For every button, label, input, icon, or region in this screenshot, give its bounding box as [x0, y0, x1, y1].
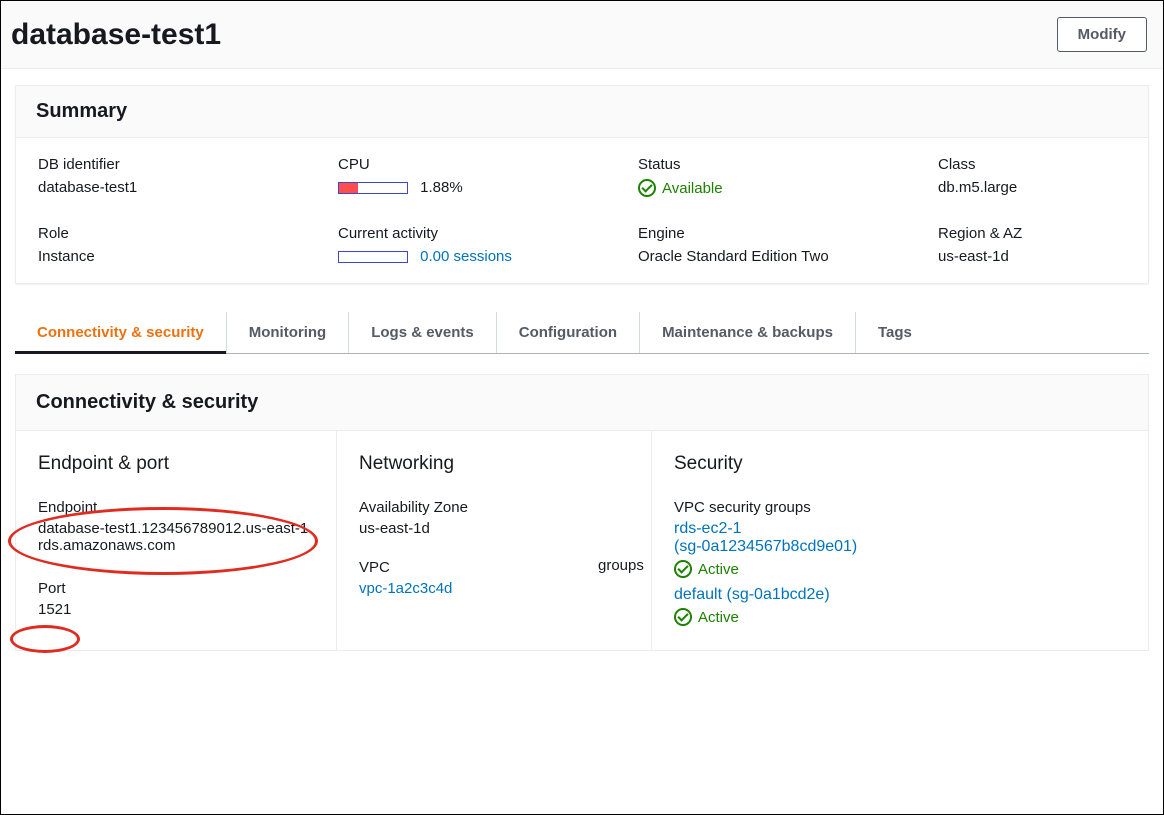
port-label: Port: [38, 580, 314, 597]
annotation-oval-port: [10, 625, 80, 653]
db-identifier-value: database-test1: [38, 179, 338, 196]
engine-value: Oracle Standard Edition Two: [638, 248, 938, 265]
sg1-status: Active: [674, 560, 1126, 578]
tab-configuration[interactable]: Configuration: [497, 312, 640, 353]
tab-maintenance-backups[interactable]: Maintenance & backups: [640, 312, 856, 353]
sg2-link[interactable]: default (sg-0a1bcd2e): [674, 586, 830, 603]
tab-tags[interactable]: Tags: [856, 312, 934, 353]
sessions-link[interactable]: 0.00 sessions: [420, 248, 512, 265]
networking-heading: Networking: [359, 453, 629, 475]
vpc-link[interactable]: vpc-1a2c3c4d: [359, 580, 452, 597]
vpc-label: VPC: [359, 559, 629, 576]
status-text: Available: [662, 180, 723, 197]
networking-column: Networking Availability Zone us-east-1d …: [336, 431, 651, 650]
cpu-label: CPU: [338, 156, 638, 173]
sg-label: VPC security groups: [674, 499, 1126, 516]
role-label: Role: [38, 225, 338, 242]
az-value: us-east-1d: [359, 520, 629, 537]
check-circle-icon: [638, 179, 656, 197]
detail-tabs: Connectivity & security Monitoring Logs …: [15, 312, 1149, 354]
sg1-status-text: Active: [698, 561, 739, 578]
activity-value: 0.00 sessions: [338, 248, 638, 265]
endpoint-label: Endpoint: [38, 499, 314, 516]
connectivity-panel: Connectivity & security groups Endpoint …: [15, 374, 1149, 651]
region-az-value: us-east-1d: [938, 248, 1126, 265]
sg1-id-link[interactable]: (sg-0a1234567b8cd9e01): [674, 538, 857, 555]
tab-connectivity-security[interactable]: Connectivity & security: [15, 312, 227, 353]
page-title: database-test1: [11, 18, 221, 52]
check-circle-icon: [674, 608, 692, 626]
region-az-label: Region & AZ: [938, 225, 1126, 242]
cpu-pct-text: 1.88%: [420, 179, 463, 196]
az-label: Availability Zone: [359, 499, 629, 516]
class-label: Class: [938, 156, 1126, 173]
endpoint-port-heading: Endpoint & port: [38, 453, 314, 475]
summary-heading: Summary: [16, 86, 1148, 138]
modify-button[interactable]: Modify: [1057, 17, 1147, 52]
page-header: database-test1 Modify: [1, 1, 1163, 69]
sg2-status-text: Active: [698, 609, 739, 626]
tab-monitoring[interactable]: Monitoring: [227, 312, 349, 353]
port-value: 1521: [38, 601, 314, 618]
cpu-value: 1.88%: [338, 179, 638, 196]
endpoint-value: database-test1.123456789012.us-east-1.rd…: [38, 520, 314, 554]
cpu-meter-fill: [339, 183, 358, 193]
security-heading: Security: [674, 453, 1126, 475]
cpu-meter: [338, 182, 408, 194]
groups-floating-label: groups: [598, 557, 644, 574]
connectivity-heading: Connectivity & security: [16, 375, 1148, 430]
check-circle-icon: [674, 560, 692, 578]
engine-label: Engine: [638, 225, 938, 242]
activity-label: Current activity: [338, 225, 638, 242]
status-value: Available: [638, 179, 938, 197]
security-column: Security VPC security groups rds-ec2-1 (…: [651, 431, 1148, 650]
role-value: Instance: [38, 248, 338, 265]
summary-panel: Summary DB identifier database-test1 CPU…: [15, 85, 1149, 284]
endpoint-port-column: Endpoint & port Endpoint database-test1.…: [16, 431, 336, 650]
tab-logs-events[interactable]: Logs & events: [349, 312, 497, 353]
db-identifier-label: DB identifier: [38, 156, 338, 173]
sg2-status: Active: [674, 608, 1126, 626]
activity-meter: [338, 251, 408, 263]
sg1-name-link[interactable]: rds-ec2-1: [674, 520, 742, 537]
status-label: Status: [638, 156, 938, 173]
class-value: db.m5.large: [938, 179, 1126, 196]
